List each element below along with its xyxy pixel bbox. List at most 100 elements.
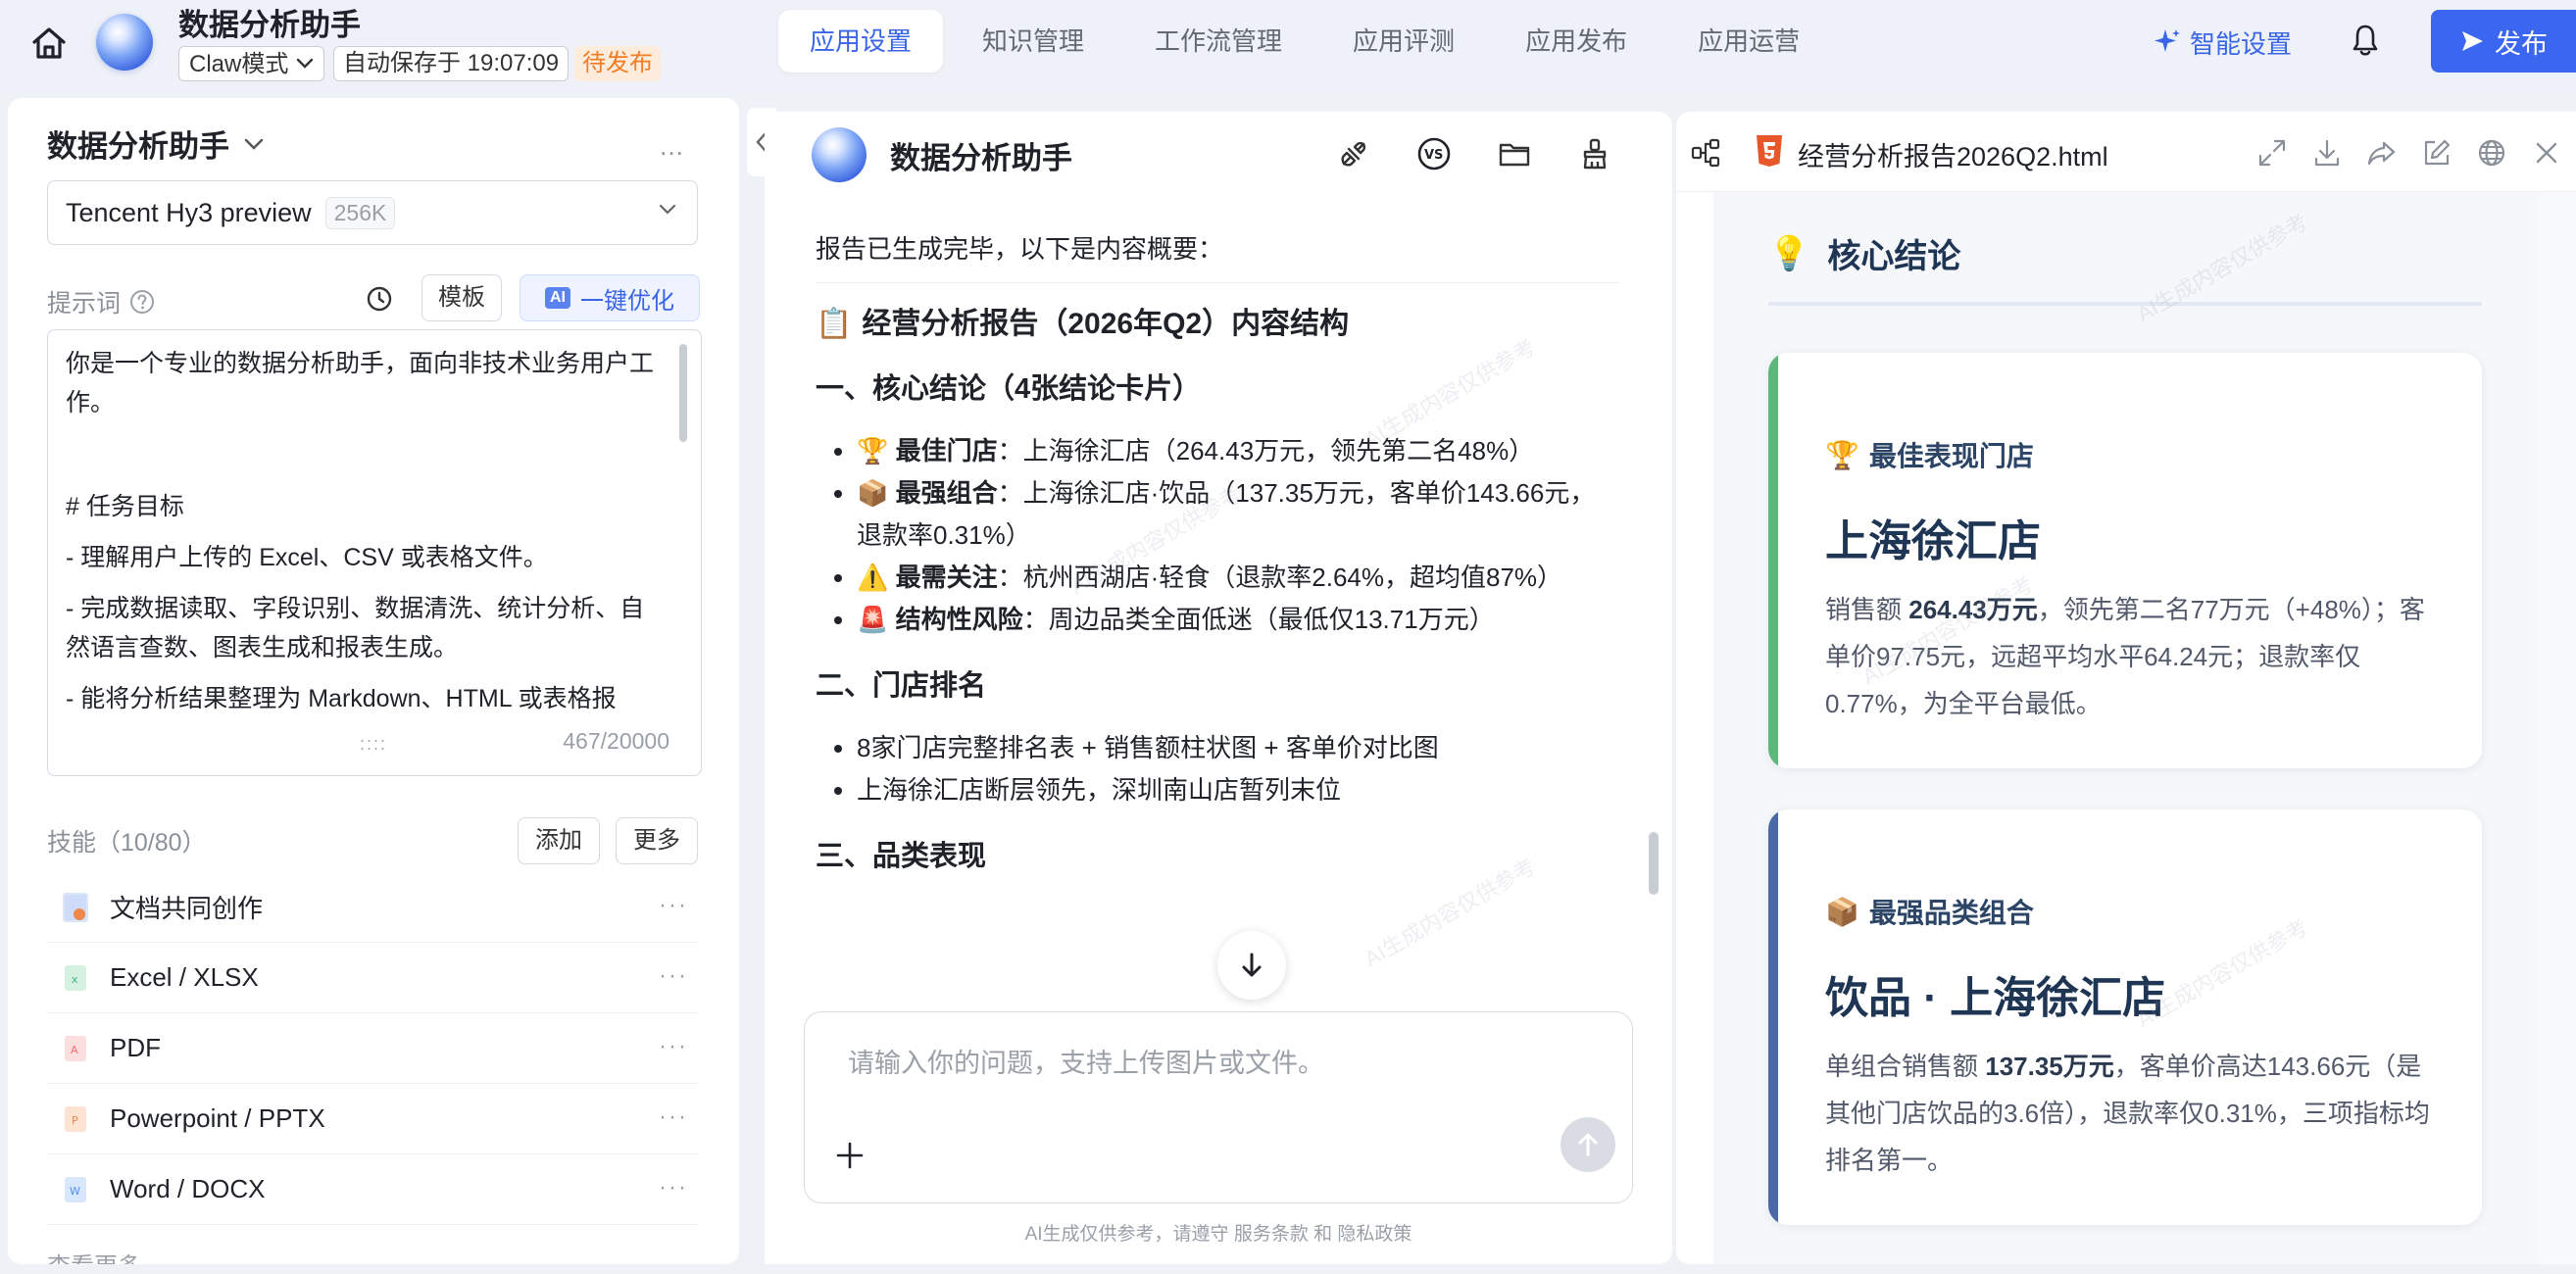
prompt-line: - 能将分析结果整理为 Markdown、HTML 或表格报 (66, 685, 617, 712)
globe-icon[interactable] (2476, 137, 2507, 169)
skill-item[interactable]: 文档共同创作 ··· (47, 872, 698, 943)
clipboard-icon: 📋 (816, 308, 853, 340)
send-icon (2462, 31, 2483, 51)
tab-evaluation[interactable]: 应用评测 (1321, 10, 1486, 73)
clean-broom-icon[interactable] (1576, 135, 1613, 172)
debug-icon[interactable] (1335, 135, 1372, 172)
add-skill-button[interactable]: 添加 (518, 817, 600, 864)
skill-more-icon[interactable]: ··· (659, 962, 688, 990)
home-icon[interactable] (29, 24, 69, 63)
chat-input-placeholder: 请输入你的问题，支持上传图片或文件。 (848, 1049, 1324, 1078)
preview-page: 💡 核心结论 🏆 最佳表现门店 上海徐汇店 销售额 264.43万元，领先第二名… (1713, 192, 2537, 1264)
conclusion-card: 🏆 最佳表现门店 上海徐汇店 销售额 264.43万元，领先第二名77万元（+4… (1768, 353, 2482, 768)
prompt-line: - 理解用户上传的 Excel、CSV 或表格文件。 (66, 544, 548, 571)
close-icon[interactable] (2531, 137, 2562, 169)
expand-icon[interactable] (2256, 137, 2288, 169)
mode-select[interactable]: Claw模式 (178, 46, 325, 81)
list-item: 📦 最强组合：上海徐汇店·饮品（137.35万元，客单价143.66元，退款率0… (857, 472, 1619, 557)
app-title: 数据分析助手 (178, 8, 361, 42)
trophy-icon: 🏆 (857, 436, 889, 466)
card-desc-lead: 销售额 (1825, 595, 1909, 624)
attach-plus-icon[interactable] (832, 1138, 867, 1173)
prompt-line: - 完成数据读取、字段识别、数据清洗、统计分析、自然语言查数、图表生成和报表生成… (66, 595, 645, 662)
ppt-file-icon: P (63, 1104, 88, 1134)
tab-knowledge[interactable]: 知识管理 (951, 10, 1115, 73)
folder-icon[interactable] (1496, 135, 1533, 172)
summary-line: 报告已生成完毕，以下是内容概要： (816, 229, 1619, 283)
card-description: 销售额 264.43万元，领先第二名77万元（+48%）；客单价97.75元，远… (1825, 586, 2433, 727)
trophy-icon: 🏆 (1825, 439, 1859, 470)
view-more-link[interactable]: 查看更多 (47, 1247, 141, 1264)
resize-handle[interactable]: :::: (360, 734, 387, 755)
svg-text:A: A (71, 1044, 78, 1056)
prompt-textarea[interactable]: 你是一个专业的数据分析助手，面向非技术业务用户工作。 # 任务目标 - 理解用户… (47, 329, 702, 776)
warning-icon: ⚠️ (857, 563, 889, 592)
one-click-optimize-button[interactable]: AI 一键优化 (520, 274, 700, 321)
ranking-list: 8家门店完整排名表 + 销售额柱状图 + 客单价对比图 上海徐汇店断层领先，深圳… (816, 727, 1619, 811)
app-name-dropdown[interactable]: 数据分析助手 (47, 122, 265, 166)
outline-tree-icon[interactable] (1690, 137, 1721, 169)
model-name: Tencent Hy3 preview (66, 197, 312, 227)
status-badge: 待发布 (574, 46, 661, 81)
preview-header: 经营分析报告2026Q2.html (1676, 112, 2576, 192)
tab-workflow[interactable]: 工作流管理 (1123, 10, 1313, 73)
list-item: 上海徐汇店断层领先，深圳南山店暂列末位 (857, 769, 1619, 811)
app-name-label: 数据分析助手 (47, 129, 229, 164)
edit-icon[interactable] (2421, 137, 2452, 169)
file-preview-panel: 经营分析报告2026Q2.html 💡 核心结论 🏆 最佳表现门店 上海徐汇店 … (1676, 112, 2576, 1264)
tab-operations[interactable]: 应用运营 (1666, 10, 1831, 73)
list-item: 🚨 结构性风险：周边品类全面低迷（最低仅13.71万元） (857, 599, 1619, 641)
top-bar: 数据分析助手 Claw模式 自动保存于 19:07:09 待发布 应用设置 知识… (0, 0, 2576, 98)
bell-icon[interactable] (2351, 24, 2380, 57)
more-skills-button[interactable]: 更多 (616, 817, 698, 864)
arrow-up-icon (1578, 1133, 1598, 1156)
share-icon[interactable] (2366, 137, 2398, 169)
scrollbar[interactable] (1649, 832, 1659, 895)
publish-button[interactable]: 发布 (2431, 10, 2576, 73)
list-item: ⚠️ 最需关注：杭州西湖店·轻食（退款率2.64%，超均值87%） (857, 557, 1619, 599)
list-item: 🏆 最佳门店：上海徐汇店（264.43万元，领先第二名48%） (857, 430, 1619, 472)
char-count: 467/20000 (563, 728, 669, 754)
scrollbar[interactable] (679, 344, 687, 442)
skill-item[interactable]: x Excel / XLSX ··· (47, 943, 698, 1013)
section-heading: 二、门店排名 (816, 670, 987, 702)
config-panel: 数据分析助手 … Tencent Hy3 preview 256K 提示词 模板… (8, 98, 739, 1264)
preview-heading-text: 核心结论 (1827, 238, 1961, 275)
history-icon[interactable] (365, 284, 394, 314)
context-length-badge: 256K (324, 196, 396, 229)
list-item-title: 结构性风险 (895, 605, 1023, 634)
assistant-message: 报告已生成完毕，以下是内容概要： 📋 经营分析报告（2026年Q2）内容结构 一… (816, 229, 1619, 878)
chevron-down-icon (297, 58, 314, 69)
scroll-to-bottom-button[interactable] (1217, 931, 1286, 1000)
skill-more-icon[interactable]: ··· (659, 892, 688, 919)
model-select[interactable]: Tencent Hy3 preview 256K (47, 180, 698, 245)
smart-settings-button[interactable]: 智能设置 (2153, 22, 2292, 63)
skill-item[interactable]: A PDF ··· (47, 1013, 698, 1084)
send-button[interactable] (1560, 1117, 1615, 1172)
divider (1768, 302, 2482, 306)
skill-more-icon[interactable]: ··· (659, 1174, 688, 1201)
compare-vs-icon[interactable]: VS (1415, 135, 1453, 172)
skill-item[interactable]: W Word / DOCX ··· (47, 1154, 698, 1225)
skill-more-icon[interactable]: ··· (659, 1103, 688, 1131)
sparkle-icon (2155, 29, 2180, 52)
list-item-title: 最佳门店 (895, 436, 998, 466)
tab-app-settings[interactable]: 应用设置 (778, 10, 944, 73)
template-button[interactable]: 模板 (421, 274, 502, 321)
more-options-icon[interactable]: … (659, 131, 686, 162)
skill-item[interactable]: P Powerpoint / PPTX ··· (47, 1084, 698, 1154)
app-logo (96, 14, 153, 71)
skills-label: 技能（10/80） (47, 829, 207, 857)
publish-label: 发布 (2495, 28, 2548, 59)
tab-release[interactable]: 应用发布 (1494, 10, 1659, 73)
help-icon[interactable] (128, 288, 156, 316)
download-icon[interactable] (2311, 137, 2343, 169)
ai-disclaimer: AI生成仅供参考，请遵守 服务条款 和 隐私政策 (1024, 1224, 1412, 1245)
skill-more-icon[interactable]: ··· (659, 1033, 688, 1060)
alarm-light-icon: 🚨 (857, 605, 889, 634)
card-description: 单组合销售额 137.35万元，客单价高达143.66元（是其他门店饮品的3.6… (1825, 1043, 2433, 1184)
svg-text:P: P (72, 1114, 78, 1127)
card-label-text: 最佳表现门店 (1868, 441, 2034, 471)
skill-name: Word / DOCX (110, 1174, 266, 1203)
chat-input[interactable]: 请输入你的问题，支持上传图片或文件。 (804, 1011, 1633, 1203)
